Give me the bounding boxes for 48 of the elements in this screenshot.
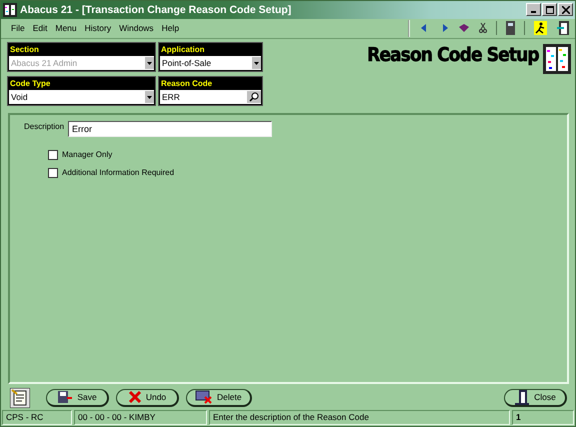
search-icon[interactable] bbox=[247, 90, 261, 103]
action-button[interactable]: Save bbox=[46, 388, 109, 407]
notepad-icon[interactable] bbox=[10, 388, 30, 408]
menu-item[interactable]: Edit bbox=[32, 23, 48, 34]
menu-item[interactable]: History bbox=[84, 23, 112, 34]
status-cell: Enter the description of the Reason Code bbox=[209, 410, 510, 426]
description-field[interactable]: Error bbox=[68, 120, 272, 137]
menu-item[interactable]: Menu bbox=[55, 23, 77, 34]
checkbox-label: Manager Only bbox=[62, 150, 112, 160]
exit-door-icon[interactable] bbox=[556, 21, 569, 36]
field-label: Application bbox=[160, 44, 206, 56]
delete-icon bbox=[195, 390, 213, 404]
page-title: Reason Code Setup bbox=[367, 44, 539, 66]
maximize-button[interactable] bbox=[542, 3, 557, 16]
abacus-logo-icon bbox=[543, 44, 571, 74]
menu-item[interactable]: File bbox=[11, 23, 25, 34]
status-cell: 00 - 00 - 00 - KIMBY bbox=[74, 410, 207, 426]
scissors-icon[interactable] bbox=[479, 22, 487, 34]
running-person-icon[interactable] bbox=[534, 21, 547, 36]
action-button[interactable]: Delete bbox=[186, 388, 252, 407]
checkbox[interactable] bbox=[48, 168, 58, 178]
checkbox[interactable] bbox=[48, 150, 58, 160]
menu-item[interactable]: Windows bbox=[119, 23, 154, 34]
action-button[interactable]: Undo bbox=[116, 388, 179, 407]
field-label: Reason Code bbox=[160, 78, 214, 90]
abacus-icon bbox=[3, 2, 17, 17]
status-cell: CPS - RC bbox=[2, 410, 72, 426]
input-field[interactable]: Void bbox=[9, 90, 154, 104]
close-button[interactable] bbox=[558, 3, 573, 16]
input-field[interactable]: ERR bbox=[160, 90, 261, 104]
calculator-icon[interactable] bbox=[506, 21, 515, 36]
field-label: Code Type bbox=[9, 78, 52, 90]
field-label: Section bbox=[9, 44, 40, 56]
window-title: Abacus 21 - [Transaction Change Reason Code Setup] bbox=[20, 4, 292, 16]
checkbox-label: Additional Information Required bbox=[62, 168, 174, 178]
book-icon[interactable] bbox=[458, 23, 470, 34]
minimize-button[interactable] bbox=[526, 3, 541, 16]
close-icon bbox=[562, 6, 570, 14]
floppy-disk-icon bbox=[57, 390, 74, 404]
x-mark-icon bbox=[128, 390, 142, 404]
status-cell: 1 bbox=[512, 410, 574, 426]
minimize-icon bbox=[531, 11, 536, 14]
maximize-icon bbox=[546, 6, 554, 14]
door-icon bbox=[514, 389, 530, 406]
menu-item[interactable]: Help bbox=[162, 23, 180, 34]
description-label: Description bbox=[24, 122, 64, 131]
input-field[interactable]: Point-of-Sale bbox=[160, 56, 261, 70]
close-button[interactable]: Close bbox=[504, 388, 567, 407]
